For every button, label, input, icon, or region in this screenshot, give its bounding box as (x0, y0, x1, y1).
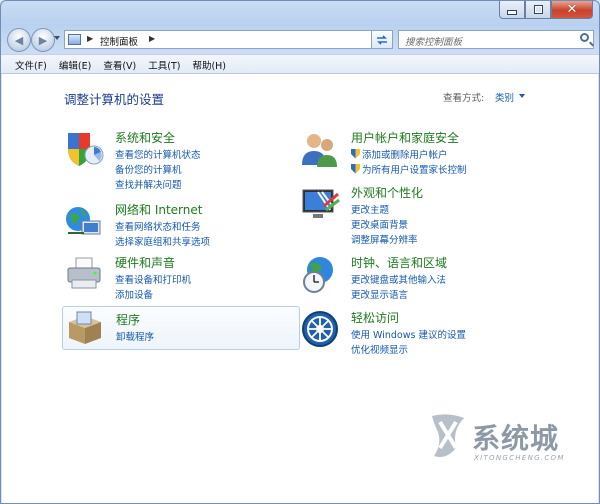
page-title: 调整计算机的设置 (64, 92, 165, 107)
link-backup-computer[interactable]: 备份您的计算机 (115, 161, 201, 176)
link-add-remove-accounts[interactable]: 添加或删除用户帐户 (351, 146, 467, 161)
navigation-bar: ◀ ▶ ▶ 控制面板 ▶ 搜索控制面板 (1, 25, 599, 53)
link-windows-suggested-settings[interactable]: 使用 Windows 建议的设置 (351, 326, 466, 341)
link-view-network-status[interactable]: 查看网络状态和任务 (115, 218, 210, 233)
view-by-label: 查看方式: (443, 93, 485, 104)
back-button[interactable]: ◀ (7, 28, 31, 52)
menu-file[interactable]: 文件(F) (9, 55, 53, 73)
category-links: 添加或删除用户帐户 为所有用户设置家长控制 (351, 146, 467, 176)
category-links: 查看您的计算机状态 备份您的计算机 查找并解决问题 (115, 146, 201, 191)
refresh-button[interactable] (371, 30, 393, 49)
category-hardware-sound: 硬件和声音 查看设备和打印机 添加设备 (64, 254, 294, 301)
address-bar[interactable]: ▶ 控制面板 ▶ (64, 30, 391, 49)
uac-shield-icon (351, 163, 360, 174)
watermark-url: XITONGCHENG.COM (474, 454, 565, 462)
forward-arrow-icon: ▶ (38, 33, 48, 47)
maximize-button[interactable] (525, 1, 551, 19)
category-links: 使用 Windows 建议的设置 优化视频显示 (351, 326, 466, 356)
minimize-icon (507, 10, 517, 15)
category-appearance: 外观和个性化 更改主题 更改桌面背景 调整屏幕分辨率 (300, 184, 590, 246)
menu-edit[interactable]: 编辑(E) (53, 55, 97, 73)
category-title-user-accounts[interactable]: 用户帐户和家庭安全 (351, 129, 459, 146)
category-network-internet: 网络和 Internet 查看网络状态和任务 选择家庭组和共享选项 (64, 201, 294, 248)
category-title-clock-language-region[interactable]: 时钟、语言和区域 (351, 254, 447, 271)
link-optimize-video-display[interactable]: 优化视频显示 (351, 341, 466, 356)
search-input[interactable]: 搜索控制面板 (405, 34, 462, 48)
category-clock-language-region: 时钟、语言和区域 更改键盘或其他输入法 更改显示语言 (300, 254, 590, 301)
clock-globe-icon (303, 257, 333, 293)
forward-button[interactable]: ▶ (31, 28, 55, 52)
back-arrow-icon: ◀ (14, 33, 24, 47)
watermark-text: 系统城 (472, 422, 560, 455)
link-change-input-method[interactable]: 更改键盘或其他输入法 (351, 271, 446, 286)
link-add-device[interactable]: 添加设备 (115, 286, 191, 301)
close-icon: ✕ (566, 2, 578, 17)
users-icon (302, 134, 337, 167)
network-globe-icon (66, 207, 101, 235)
ease-of-access-icon (302, 311, 338, 347)
caption-buttons: ✕ (499, 1, 593, 19)
category-links: 卸载程序 (116, 328, 154, 343)
title-bar: ✕ (1, 1, 599, 23)
breadcrumb-control-panel[interactable]: 控制面板 (100, 34, 138, 48)
category-title-programs[interactable]: 程序 (116, 311, 140, 328)
link-text: 为所有用户设置家长控制 (362, 164, 467, 176)
category-system-security: 系统和安全 查看您的计算机状态 备份您的计算机 查找并解决问题 (64, 129, 294, 191)
category-title-ease-of-access[interactable]: 轻松访问 (351, 309, 399, 326)
category-links: 查看设备和打印机 添加设备 (115, 271, 191, 301)
link-homegroup-sharing[interactable]: 选择家庭组和共享选项 (115, 233, 210, 248)
maximize-icon (533, 5, 543, 14)
link-text: 添加或删除用户帐户 (362, 149, 448, 161)
link-adjust-resolution[interactable]: 调整屏幕分辨率 (351, 231, 418, 246)
category-ease-of-access: 轻松访问 使用 Windows 建议的设置 优化视频显示 (300, 309, 590, 356)
control-panel-icon (68, 34, 81, 45)
search-box[interactable]: 搜索控制面板 (398, 30, 594, 49)
control-panel-window: ✕ ◀ ▶ ▶ 控制面板 ▶ 搜索控制面板 文件(F) 编辑(E) 查看(V) … (0, 0, 600, 504)
category-user-accounts: 用户帐户和家庭安全 添加或删除用户帐户 为所有用户设置家长控制 (300, 129, 590, 176)
category-title-network-internet[interactable]: 网络和 Internet (115, 201, 202, 218)
watermark-logo-icon (432, 414, 464, 457)
search-icon[interactable] (580, 33, 589, 42)
category-links: 查看网络状态和任务 选择家庭组和共享选项 (115, 218, 210, 248)
link-change-display-language[interactable]: 更改显示语言 (351, 286, 446, 301)
menu-help[interactable]: 帮助(H) (186, 55, 232, 73)
printer-icon (67, 257, 101, 289)
category-title-system-security[interactable]: 系统和安全 (115, 129, 175, 146)
recent-pages-dropdown[interactable] (54, 36, 60, 40)
breadcrumb-chevron-icon[interactable]: ▶ (87, 34, 93, 43)
link-find-fix-problems[interactable]: 查找并解决问题 (115, 176, 201, 191)
breadcrumb-chevron-icon[interactable]: ▶ (149, 34, 155, 43)
menu-view[interactable]: 查看(V) (97, 55, 142, 73)
menu-bar: 文件(F) 编辑(E) 查看(V) 工具(T) 帮助(H) (1, 54, 599, 74)
link-change-theme[interactable]: 更改主题 (351, 201, 418, 216)
link-parental-controls[interactable]: 为所有用户设置家长控制 (351, 161, 467, 176)
category-title-hardware-sound[interactable]: 硬件和声音 (115, 254, 175, 271)
link-view-computer-status[interactable]: 查看您的计算机状态 (115, 146, 201, 161)
category-programs: 程序 卸载程序 (62, 306, 300, 350)
minimize-button[interactable] (499, 1, 525, 19)
refresh-icon (377, 34, 387, 45)
category-links: 更改主题 更改桌面背景 调整屏幕分辨率 (351, 201, 418, 246)
close-button[interactable]: ✕ (551, 1, 593, 19)
programs-box-icon (69, 311, 101, 344)
shield-icon (68, 133, 104, 166)
category-links: 更改键盘或其他输入法 更改显示语言 (351, 271, 446, 301)
monitor-icon (302, 189, 340, 218)
uac-shield-icon (351, 148, 360, 159)
view-by-caret-icon[interactable] (519, 94, 525, 98)
link-devices-printers[interactable]: 查看设备和打印机 (115, 271, 191, 286)
category-title-appearance[interactable]: 外观和个性化 (351, 184, 423, 201)
content-pane: 调整计算机的设置 查看方式: 类别 系统和安全 查看您的计算机状态 备份您的计算… (2, 74, 598, 503)
link-uninstall-program[interactable]: 卸载程序 (116, 328, 154, 343)
view-by-dropdown[interactable]: 类别 (495, 90, 514, 104)
menu-tools[interactable]: 工具(T) (142, 55, 186, 73)
link-change-background[interactable]: 更改桌面背景 (351, 216, 418, 231)
